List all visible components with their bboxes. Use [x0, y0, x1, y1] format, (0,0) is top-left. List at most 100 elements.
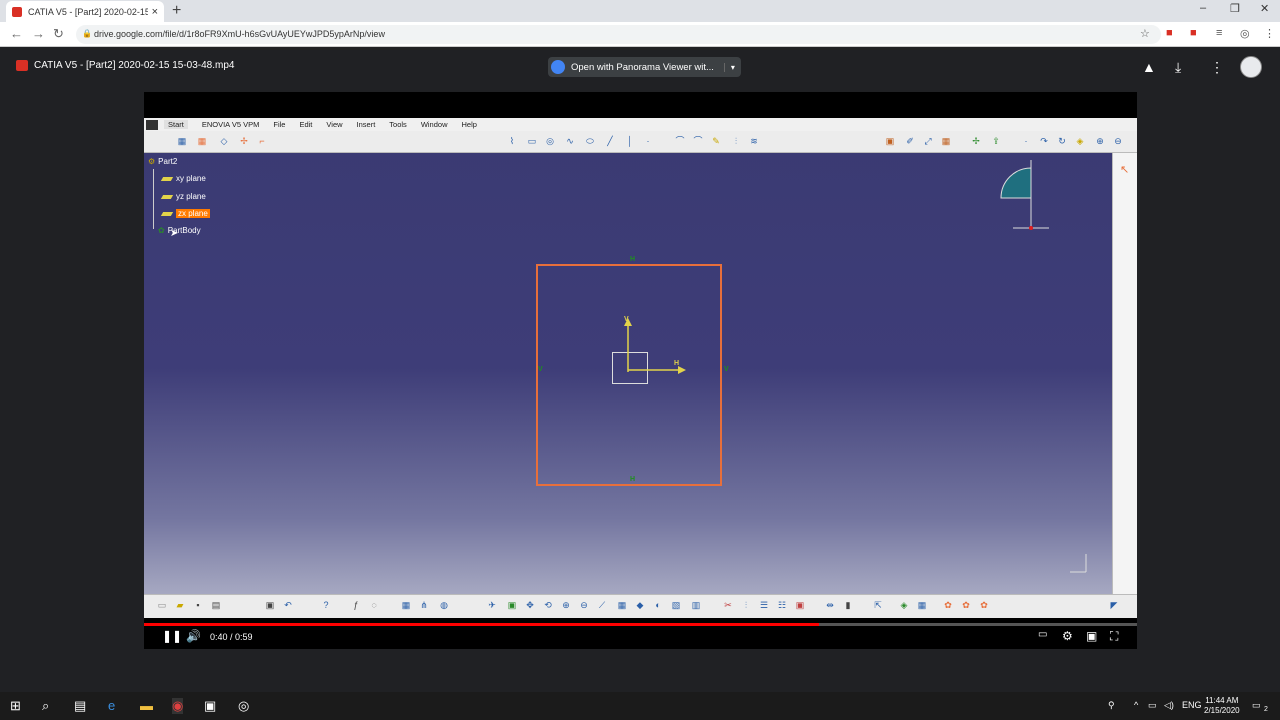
chevron-down-icon[interactable]: ▾ [723, 62, 735, 72]
ellipse-icon[interactable]: ⬭ [584, 135, 596, 147]
tab-close-icon[interactable]: × [152, 6, 158, 18]
tree-root[interactable]: ⚙ Part2 [148, 157, 177, 166]
tree-icon[interactable]: ⋔ [418, 599, 430, 611]
part-design-icon[interactable]: ✿ [942, 599, 954, 611]
tree-item-yz-plane[interactable]: yz plane [160, 192, 206, 201]
pocket-icon[interactable]: ▦ [916, 599, 928, 611]
fly-icon[interactable]: ✈ [486, 599, 498, 611]
language-indicator[interactable]: ENG [1182, 700, 1202, 710]
menu-view[interactable]: View [326, 120, 342, 129]
box-icon[interactable]: ▣ [884, 135, 896, 147]
mirror-icon[interactable]: ⫶ [730, 135, 742, 147]
search-icon[interactable]: ⌕ [42, 698, 49, 714]
menu-icon[interactable]: ⋮ [1264, 27, 1275, 40]
exit-workbench-icon[interactable]: ⇪ [990, 135, 1002, 147]
media-icon[interactable]: ≡ [1216, 27, 1222, 39]
zoom-out-icon[interactable]: ⊖ [1112, 135, 1124, 147]
dimension-icon[interactable]: ⌐ [256, 135, 268, 147]
compass-icon[interactable] [989, 154, 1054, 234]
app-icon[interactable]: ◎ [238, 698, 249, 714]
more-options-icon[interactable]: ⋮ [1210, 59, 1224, 76]
undo-icon[interactable]: ↶ [282, 599, 294, 611]
comment-icon[interactable]: ◌ [368, 599, 380, 611]
window-close-icon[interactable]: ✕ [1260, 2, 1269, 15]
profile-icon[interactable]: ⌇ [506, 135, 518, 147]
line-icon[interactable]: ╱ [604, 135, 616, 147]
menu-start[interactable]: Start [164, 120, 188, 129]
open-with-button[interactable]: Open with Panorama Viewer wit... ▾ [548, 57, 741, 77]
error-icon[interactable]: ▣ [794, 599, 806, 611]
paste-icon[interactable]: ▣ [264, 599, 276, 611]
bookmark-star-icon[interactable]: ☆ [1140, 27, 1150, 40]
hide-show-icon[interactable]: ◐ [652, 599, 664, 611]
fullscreen-icon[interactable]: ⛶ [1110, 629, 1118, 644]
pencil-icon[interactable]: ✐ [904, 135, 916, 147]
notification-icon[interactable]: ▭ [1252, 700, 1261, 711]
forward-icon[interactable]: → [32, 26, 45, 41]
captions-icon[interactable]: ▭ [1038, 629, 1047, 640]
project-icon[interactable]: ≋ [748, 135, 760, 147]
options-icon[interactable]: ⫶ [740, 599, 752, 611]
system-clock[interactable]: 11:44 AM 2/15/2020 [1204, 696, 1240, 716]
formula-icon[interactable]: ƒ [350, 599, 362, 611]
edge-icon[interactable]: e [108, 698, 115, 713]
circle-icon[interactable]: ◎ [544, 135, 556, 147]
construction-icon[interactable]: ◇ [218, 135, 230, 147]
reload-icon[interactable]: ↻ [53, 26, 64, 42]
trim-icon[interactable]: ✎ [710, 135, 722, 147]
miniplayer-icon[interactable]: ▣ [1086, 629, 1097, 643]
zoom-in-icon[interactable]: ⊕ [560, 599, 572, 611]
align-icon[interactable]: ⇹ [824, 599, 836, 611]
layers-icon[interactable]: ☷ [776, 599, 788, 611]
views-icon[interactable]: ▦ [616, 599, 628, 611]
resize-icon[interactable]: ⤢ [922, 135, 934, 147]
zoom-out-view-icon[interactable]: ⊖ [578, 599, 590, 611]
menu-file[interactable]: File [273, 120, 285, 129]
minimize-icon[interactable]: – [1200, 2, 1206, 14]
pan-icon[interactable]: ✥ [524, 599, 536, 611]
dot-icon[interactable]: · [1020, 135, 1032, 147]
windows-start-icon[interactable]: ⊞ [10, 698, 21, 714]
menu-tools[interactable]: Tools [389, 120, 407, 129]
add-to-drive-icon[interactable]: ▲ [1142, 59, 1156, 75]
settings-icon[interactable]: ⚙ [1062, 629, 1073, 643]
table-icon[interactable]: ▦ [400, 599, 412, 611]
tree-item-partbody[interactable]: ✿ PartBody [158, 226, 201, 235]
save-icon[interactable]: ▪ [192, 599, 204, 611]
avatar[interactable] [1240, 56, 1262, 78]
menu-help[interactable]: Help [462, 120, 477, 129]
swap-icon[interactable]: ▧ [670, 599, 682, 611]
whats-this-icon[interactable]: ? [320, 599, 332, 611]
menu-edit[interactable]: Edit [299, 120, 312, 129]
file-explorer-icon[interactable]: ▬ [140, 698, 153, 713]
sketch-icon[interactable]: ◈ [1074, 135, 1086, 147]
extension-icon[interactable]: ■ [1190, 27, 1197, 39]
chamfer-icon[interactable]: ⌒ [692, 135, 704, 147]
video-player[interactable]: Start ENOVIA V5 VPM File Edit View Inser… [144, 92, 1137, 649]
snap-grid-icon[interactable]: ▦ [196, 135, 208, 147]
constraint-right[interactable]: V [724, 366, 729, 373]
select-icon[interactable]: ⇱ [872, 599, 884, 611]
profile-icon[interactable]: ◎ [1240, 27, 1250, 40]
new-icon[interactable]: ▭ [156, 599, 168, 611]
cube-icon[interactable]: ▦ [940, 135, 952, 147]
axis-icon[interactable]: │ [624, 135, 636, 147]
print-icon[interactable]: ▤ [210, 599, 222, 611]
new-tab-button[interactable]: + [172, 2, 181, 20]
lock-icon[interactable]: ▮ [842, 599, 854, 611]
zoom-icon[interactable]: ⊕ [1094, 135, 1106, 147]
fit-all-icon[interactable]: ▣ [506, 599, 518, 611]
catia-taskbar-icon[interactable]: ▣ [204, 698, 216, 714]
menu-enovia[interactable]: ENOVIA V5 VPM [202, 120, 260, 129]
cursor-icon[interactable]: ↖ [1120, 163, 1129, 176]
pdf-extension-icon[interactable]: ■ [1166, 27, 1173, 39]
constraint-top[interactable]: H [630, 256, 635, 263]
back-icon[interactable]: ← [10, 26, 23, 41]
spline-icon[interactable]: ∿ [564, 135, 576, 147]
volume-tray-icon[interactable]: ◁) [1164, 700, 1174, 711]
catalog-icon[interactable]: ◍ [438, 599, 450, 611]
constraint-icon[interactable]: ✢ [238, 135, 250, 147]
volume-icon[interactable]: 🔊 [186, 629, 201, 643]
constraint-left[interactable]: V [538, 366, 543, 373]
arc-icon[interactable]: ↷ [1038, 135, 1050, 147]
